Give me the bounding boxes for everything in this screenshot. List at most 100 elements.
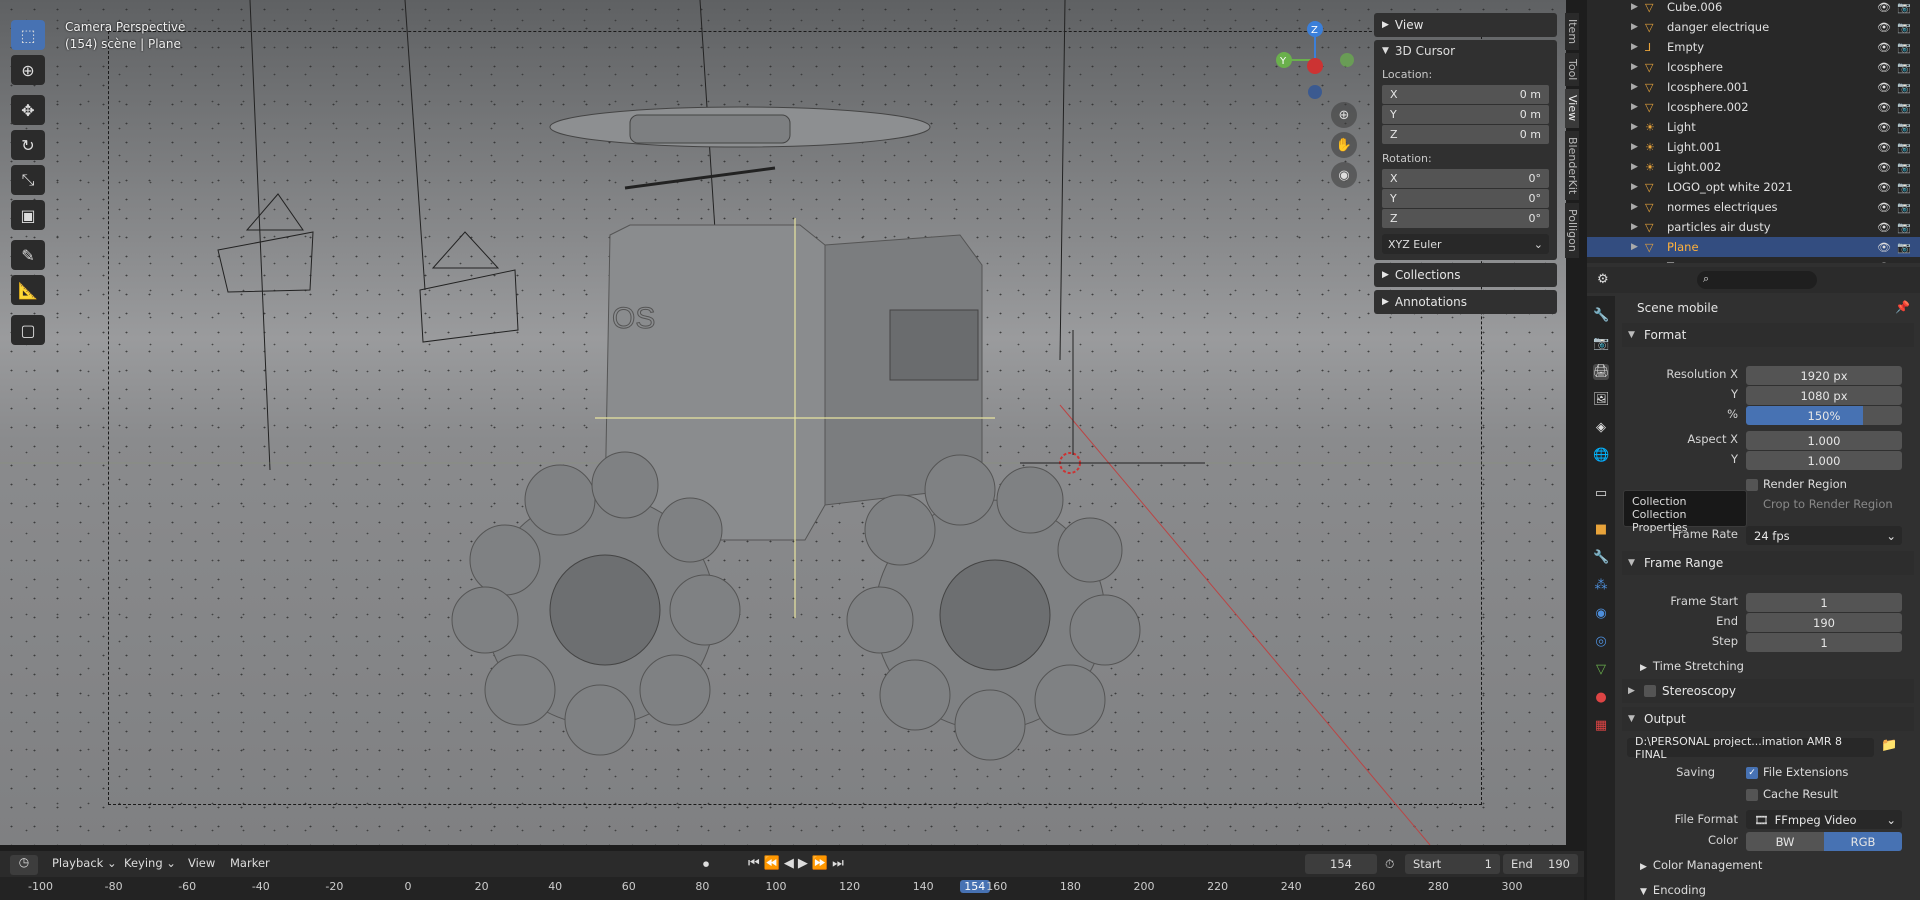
- rotate-icon[interactable]: ↻: [11, 130, 45, 160]
- start-frame-field[interactable]: Start 1: [1405, 854, 1500, 874]
- color-rgb-button[interactable]: RGB: [1824, 832, 1902, 851]
- move-icon[interactable]: ✥: [11, 95, 45, 125]
- chevron-right-icon[interactable]: ▶: [1631, 162, 1645, 172]
- resolution-y-field[interactable]: 1080 px: [1746, 386, 1902, 405]
- navigation-gizmo[interactable]: Z Y: [1265, 15, 1365, 105]
- constraints-icon[interactable]: ◎: [1593, 634, 1609, 650]
- camera-icon[interactable]: 📷: [1897, 101, 1911, 114]
- outliner-row[interactable]: ▶ ☀ Light.001 👁 📷: [1587, 137, 1920, 157]
- chevron-right-icon[interactable]: ▶: [1631, 122, 1645, 132]
- timeline-ruler[interactable]: [0, 877, 1584, 900]
- chevron-right-icon[interactable]: ▶: [1631, 42, 1645, 52]
- collections-panel-header[interactable]: ▶ Collections: [1374, 263, 1557, 287]
- file-extensions-checkbox[interactable]: ✓: [1746, 767, 1758, 779]
- outliner-row[interactable]: ▶ ▽ danger electrique 👁 📷: [1587, 17, 1920, 37]
- output-path-field[interactable]: D:\PERSONAL project...imation AMR 8 FINA…: [1627, 735, 1874, 761]
- tab-polligon[interactable]: Polligon: [1565, 202, 1579, 258]
- record-icon[interactable]: ⏺: [703, 857, 709, 872]
- texture-icon[interactable]: ▦: [1593, 718, 1609, 734]
- step-field[interactable]: 1: [1746, 633, 1902, 652]
- stopwatch-icon[interactable]: ⏱: [1385, 857, 1394, 872]
- add-cube-icon[interactable]: ▢: [11, 315, 45, 345]
- camera-icon[interactable]: 📷: [1897, 221, 1911, 234]
- outliner-row[interactable]: ▶ ▽ Icosphere.001 👁 📷: [1587, 77, 1920, 97]
- stereoscopy-section-header[interactable]: ▶ Stereoscopy: [1622, 679, 1914, 703]
- particles-icon[interactable]: ⁂: [1593, 578, 1609, 594]
- color-bw-button[interactable]: BW: [1746, 832, 1824, 851]
- camera-icon[interactable]: 📷: [1897, 261, 1911, 264]
- chevron-right-icon[interactable]: ▶: [1631, 182, 1645, 192]
- eye-icon[interactable]: 👁: [1877, 181, 1891, 194]
- outliner-row[interactable]: ▶ ▽ Icosphere 👁 📷: [1587, 57, 1920, 77]
- view-menu[interactable]: View: [188, 856, 215, 870]
- select-box-icon[interactable]: ⬚: [11, 20, 45, 50]
- color-management-subpanel[interactable]: ▶ Color Management: [1640, 858, 1762, 872]
- file-format-select[interactable]: 🎞 FFmpeg Video ⌄: [1746, 810, 1902, 829]
- eye-icon[interactable]: 👁: [1877, 101, 1891, 114]
- annotations-panel-header[interactable]: ▶ Annotations: [1374, 290, 1557, 314]
- frame-start-field[interactable]: 1: [1746, 593, 1902, 612]
- current-frame-field[interactable]: 154: [1305, 854, 1377, 874]
- chevron-right-icon[interactable]: ▶: [1631, 22, 1645, 32]
- folder-icon[interactable]: 📁: [1881, 738, 1897, 753]
- tab-view[interactable]: View: [1565, 89, 1579, 128]
- chevron-right-icon[interactable]: ▶: [1631, 202, 1645, 212]
- frame-range-section-header[interactable]: ▼ Frame Range: [1622, 551, 1914, 575]
- eye-icon[interactable]: 👁: [1877, 241, 1891, 254]
- time-stretching-subpanel[interactable]: ▶ Time Stretching: [1640, 659, 1744, 673]
- modifier-icon[interactable]: 🔧: [1593, 550, 1609, 566]
- eye-icon[interactable]: 👁: [1877, 221, 1891, 234]
- eye-icon[interactable]: 👁: [1877, 1, 1891, 14]
- object-icon[interactable]: ■: [1593, 522, 1609, 538]
- camera-icon[interactable]: 📷: [1897, 241, 1911, 254]
- playback-controls[interactable]: ⏮⏪◀▶⏩⏭: [748, 856, 848, 871]
- chevron-right-icon[interactable]: ▶: [1631, 82, 1645, 92]
- tab-blenderkit[interactable]: BlenderKit: [1565, 130, 1579, 200]
- outliner-row[interactable]: ▶ ☀ Light 👁 📷: [1587, 117, 1920, 137]
- marker-menu[interactable]: Marker: [230, 856, 270, 870]
- material-icon[interactable]: ●: [1593, 690, 1609, 706]
- camera-icon[interactable]: 📷: [1897, 81, 1911, 94]
- eye-icon[interactable]: 👁: [1877, 21, 1891, 34]
- camera-icon[interactable]: 📷: [1897, 61, 1911, 74]
- properties-search-input[interactable]: ⌕: [1697, 271, 1817, 289]
- keying-menu[interactable]: Keying ⌄: [124, 856, 176, 870]
- camera-icon[interactable]: 📷: [1897, 41, 1911, 54]
- data-icon[interactable]: ▽: [1593, 662, 1609, 678]
- camera-icon[interactable]: 📷: [1897, 161, 1911, 174]
- camera-icon[interactable]: 📷: [1897, 141, 1911, 154]
- outliner-row[interactable]: ▶ ⅃ Empty 👁 📷: [1587, 37, 1920, 57]
- camera-icon[interactable]: 📷: [1897, 201, 1911, 214]
- transform-icon[interactable]: ▣: [11, 200, 45, 230]
- render-icon[interactable]: 📷: [1593, 336, 1609, 352]
- encoding-subpanel[interactable]: ▼ Encoding: [1640, 883, 1706, 897]
- view-layer-icon[interactable]: 🖼: [1593, 392, 1610, 408]
- cursor-icon[interactable]: ⊕: [11, 55, 45, 85]
- eye-icon[interactable]: 👁: [1877, 61, 1891, 74]
- cache-result-checkbox[interactable]: [1746, 789, 1758, 801]
- collection-icon[interactable]: ▭: [1593, 486, 1609, 502]
- rotation-y-field[interactable]: Y 0°: [1382, 189, 1549, 208]
- zoom-icon[interactable]: ⊕: [1331, 102, 1357, 128]
- eye-icon[interactable]: 👁: [1877, 81, 1891, 94]
- camera-icon[interactable]: 📷: [1897, 121, 1911, 134]
- tab-tool[interactable]: Tool: [1565, 53, 1579, 87]
- eye-icon[interactable]: 👁: [1877, 41, 1891, 54]
- outliner-row[interactable]: ▶ ☀ Light.002 👁 📷: [1587, 157, 1920, 177]
- eye-icon[interactable]: 👁: [1877, 161, 1891, 174]
- outliner-row[interactable]: ▶▽ Torus 👁 📷: [1587, 257, 1920, 263]
- chevron-right-icon[interactable]: ▶: [1631, 242, 1645, 252]
- render-region-checkbox[interactable]: [1746, 479, 1758, 491]
- outliner-row[interactable]: ▶ ▽ particles air dusty 👁 📷: [1587, 217, 1920, 237]
- chevron-right-icon[interactable]: ▶: [1631, 102, 1645, 112]
- aspect-x-field[interactable]: 1.000: [1746, 431, 1902, 450]
- scale-icon[interactable]: ⤡: [11, 165, 45, 195]
- scene-icon[interactable]: ◈: [1593, 420, 1609, 436]
- clock-icon[interactable]: ◷: [10, 855, 38, 875]
- aspect-y-field[interactable]: 1.000: [1746, 451, 1902, 470]
- editor-type-icon[interactable]: ⚙: [1597, 272, 1609, 287]
- rotation-z-field[interactable]: Z 0°: [1382, 209, 1549, 228]
- camera-icon[interactable]: 📷: [1897, 181, 1911, 194]
- world-icon[interactable]: 🌐: [1593, 448, 1609, 464]
- measure-icon[interactable]: 📐: [11, 275, 45, 305]
